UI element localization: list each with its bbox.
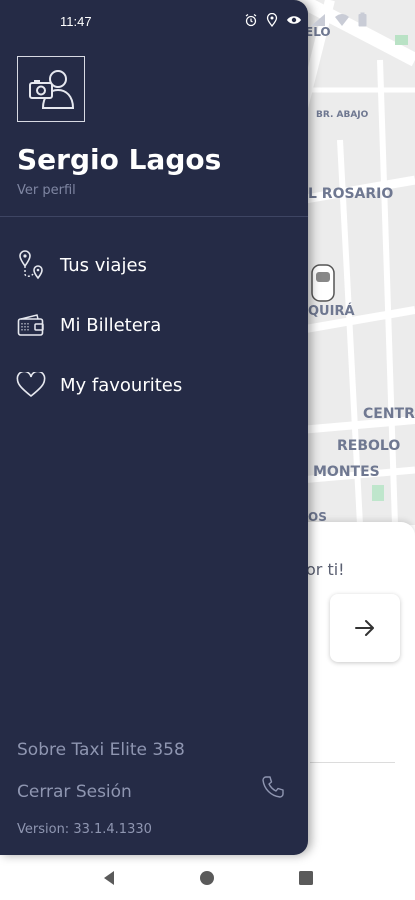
app-version: Version: 33.1.4.1330 xyxy=(17,822,152,837)
user-name: Sergio Lagos xyxy=(17,143,222,176)
eye-icon xyxy=(287,15,301,24)
status-icons xyxy=(244,12,367,27)
avatar[interactable] xyxy=(17,56,85,122)
logout-link[interactable]: Cerrar Sesión xyxy=(17,782,132,802)
heart-icon xyxy=(16,370,46,400)
route-pin-icon xyxy=(16,250,46,280)
map-label: QUIRÁ xyxy=(308,304,355,319)
view-profile-link[interactable]: Ver perfil xyxy=(17,183,76,198)
battery-icon xyxy=(358,12,367,27)
home-icon[interactable] xyxy=(198,869,216,887)
menu-item-label: Tus viajes xyxy=(60,254,147,276)
map-label: L ROSARIO xyxy=(308,186,394,202)
call-button[interactable] xyxy=(258,772,288,802)
version-label: Version: xyxy=(17,822,70,837)
status-time: 11:47 xyxy=(60,14,92,29)
system-nav-bar xyxy=(0,855,415,900)
divider xyxy=(0,216,308,217)
wifi-icon xyxy=(335,13,349,26)
menu-item-wallet[interactable]: Mi Billetera xyxy=(16,308,161,342)
map-label: CENTRO xyxy=(363,406,415,422)
status-bar: 11:47 xyxy=(0,0,415,44)
menu-item-label: My favourites xyxy=(60,374,183,396)
location-icon xyxy=(266,12,278,27)
sheet-hint-text: or ti! xyxy=(306,560,345,579)
menu-item-favourites[interactable]: My favourites xyxy=(16,368,182,402)
map-label: BR. ABAJO xyxy=(316,110,369,120)
phone-icon xyxy=(262,776,284,798)
version-number: 33.1.4.1330 xyxy=(73,822,152,837)
map-label: REBOLO xyxy=(337,438,401,454)
signal-icon xyxy=(311,13,325,26)
arrow-right-icon xyxy=(355,620,374,636)
menu-item-trips[interactable]: Tus viajes xyxy=(16,248,147,282)
divider xyxy=(310,762,395,763)
about-link[interactable]: Sobre Taxi Elite 358 xyxy=(17,740,185,760)
back-icon[interactable] xyxy=(100,869,118,887)
alarm-icon xyxy=(245,13,257,26)
wallet-icon xyxy=(16,310,46,340)
recents-icon[interactable] xyxy=(297,869,315,887)
menu-item-label: Mi Billetera xyxy=(60,314,162,336)
go-button[interactable] xyxy=(330,594,400,662)
map-label: MONTES xyxy=(313,464,380,480)
navigation-drawer: Sergio Lagos Ver perfil Tus viajes Mi Bi… xyxy=(0,0,308,855)
user-camera-icon xyxy=(29,70,75,109)
